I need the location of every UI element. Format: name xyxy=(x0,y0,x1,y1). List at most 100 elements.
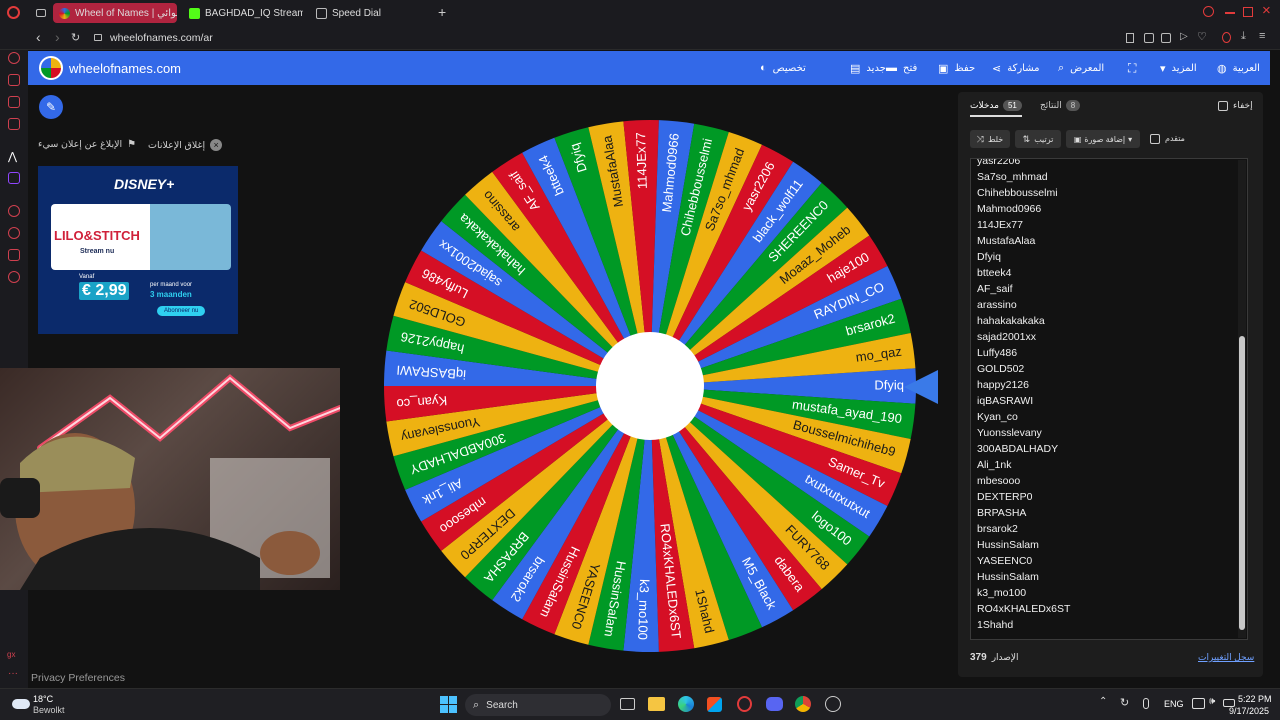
scrollbar-thumb[interactable] xyxy=(1239,336,1245,630)
send-icon[interactable]: ▷ xyxy=(1180,31,1188,42)
settings-icon[interactable] xyxy=(8,271,20,283)
tab-title: BAGHDAD_IQ Stream - W xyxy=(205,7,303,19)
fullscreen-button[interactable]: ⛶ xyxy=(1128,51,1136,85)
tab-entries[interactable]: مدخلات 51 xyxy=(970,100,1022,117)
opera-gx-icon[interactable] xyxy=(737,696,752,712)
site-logo-text[interactable]: wheelofnames.com xyxy=(69,51,181,85)
address-bar: ‹ › ↻ wheelofnames.com/ar ▷ ♡ ⤓ ≡ xyxy=(0,26,1280,50)
kick-icon[interactable]: ⋀ xyxy=(8,150,17,163)
back-icon[interactable]: ‹ xyxy=(36,29,41,45)
task-view-icon[interactable] xyxy=(620,698,635,710)
site-logo-icon[interactable] xyxy=(39,56,63,80)
privacy-preferences-link[interactable]: Privacy Preferences xyxy=(31,672,125,684)
store-icon[interactable] xyxy=(707,697,722,712)
sidebar-app-icon[interactable] xyxy=(8,96,20,108)
ad-cta[interactable]: Abonneer nu xyxy=(157,306,206,316)
maximize-button[interactable] xyxy=(1243,7,1253,17)
new-button[interactable]: ▤ جديد xyxy=(850,51,886,85)
extensions-icon[interactable] xyxy=(8,249,20,261)
tab-overview-icon[interactable] xyxy=(36,9,46,17)
tab-results[interactable]: النتائج 8 xyxy=(1040,100,1081,111)
opera-account-icon[interactable] xyxy=(1222,32,1231,43)
flag-icon: ⚑ xyxy=(127,139,137,150)
entry-line: Kyan_co xyxy=(977,411,1018,423)
more-sidebar-icon[interactable]: ··· xyxy=(8,668,18,679)
shuffle-button[interactable]: ⤨ خلط xyxy=(970,130,1010,148)
kick-favicon-icon xyxy=(189,7,200,19)
edit-button[interactable]: ✎ xyxy=(39,95,63,119)
edge-icon[interactable] xyxy=(678,696,694,712)
snapshot-icon[interactable] xyxy=(1144,33,1154,43)
network-icon[interactable] xyxy=(1192,698,1205,709)
player-icon[interactable] xyxy=(8,205,20,217)
weather-temp[interactable]: 18°C xyxy=(33,694,53,704)
volume-icon[interactable]: 🕪 xyxy=(1209,696,1215,707)
new-tab-button[interactable]: + xyxy=(438,5,446,19)
close-window-button[interactable]: × xyxy=(1262,2,1271,19)
weather-desc[interactable]: Bewolkt xyxy=(33,705,65,715)
entries-scrollbar[interactable] xyxy=(1238,160,1246,638)
heart-icon[interactable]: ♡ xyxy=(1197,30,1207,43)
forward-icon[interactable]: › xyxy=(55,29,60,45)
tray-chevron-icon[interactable]: ⌃ xyxy=(1099,696,1107,707)
tab-kick-stream[interactable]: BAGHDAD_IQ Stream - W xyxy=(183,3,303,23)
menu-icon[interactable]: ≡ xyxy=(1259,30,1265,42)
changelog-link[interactable]: سجل التغييرات xyxy=(1198,652,1254,663)
entry-line: MustafaAlaa xyxy=(977,235,1036,247)
app-icon[interactable] xyxy=(825,696,841,712)
sidebar-app-icon[interactable] xyxy=(8,118,20,130)
history-icon[interactable] xyxy=(8,227,20,239)
tab-speed-dial[interactable]: Speed Dial xyxy=(310,3,430,23)
sort-button[interactable]: ⇅ ترتيب xyxy=(1015,130,1061,148)
microphone-icon[interactable] xyxy=(1143,698,1149,709)
entry-line: k3_mo100 xyxy=(977,587,1027,599)
wheel[interactable]: Dfyiqmustafa_ayad_190Bousselmichiheb9Sam… xyxy=(380,114,920,658)
aria-icon[interactable]: gx xyxy=(7,650,15,659)
tab-wheel-of-names[interactable]: Wheel of Names | عشوائي xyxy=(53,3,177,23)
save-button[interactable]: ▣ حفظ xyxy=(938,51,975,85)
language-indicator[interactable]: ENG xyxy=(1164,699,1184,709)
entry-line: HussinSalam xyxy=(977,539,1039,551)
open-button[interactable]: ▬ فتح xyxy=(886,51,917,85)
entries-textarea[interactable]: yasr2206 Sa7so_mhmad Chihebbousselmi Mahmod… xyxy=(970,158,1248,640)
taskbar-search[interactable]: ⌕ Search xyxy=(465,694,611,716)
adblock-icon[interactable] xyxy=(1161,33,1171,43)
search-tabs-icon[interactable] xyxy=(1203,6,1214,17)
ad-price-note: per maand voor xyxy=(150,282,193,288)
clock-date[interactable]: 9/17/2025 xyxy=(1229,706,1269,716)
sidebar-app-icon[interactable] xyxy=(8,74,20,86)
downloads-icon[interactable]: ⤓ xyxy=(1241,30,1246,43)
clock-time[interactable]: 5:22 PM xyxy=(1238,694,1272,704)
url-field[interactable]: wheelofnames.com/ar xyxy=(110,32,213,44)
start-button[interactable] xyxy=(440,696,457,713)
messenger-icon[interactable] xyxy=(8,52,20,64)
twitch-icon[interactable] xyxy=(8,172,20,184)
gallery-button[interactable]: ⌕ المعرض xyxy=(1058,51,1104,85)
opera-logo-icon[interactable] xyxy=(7,6,20,19)
hide-label: إخفاء xyxy=(1233,100,1253,110)
bookmark-icon[interactable] xyxy=(1126,33,1134,43)
advertisement[interactable]: DISNEY+ LILO&STITCH Stream nu Vanaf € 2,… xyxy=(38,166,238,334)
entry-line: 114JEx77 xyxy=(977,219,1023,231)
ad-subtitle: Stream nu xyxy=(80,248,115,255)
new-file-icon: ▤ xyxy=(850,62,861,75)
wheel-center[interactable] xyxy=(596,332,704,440)
language-button[interactable]: ◍ العربية xyxy=(1217,51,1260,85)
add-image-button[interactable]: ▣ إضافة صورة ▾ xyxy=(1066,130,1140,148)
more-menu-button[interactable]: ▾ المزيد xyxy=(1160,51,1197,85)
weather-icon[interactable] xyxy=(12,699,30,709)
report-ad-button[interactable]: الإبلاغ عن إعلان سيء ⚑ xyxy=(38,139,136,150)
file-explorer-icon[interactable] xyxy=(648,697,665,711)
hide-checkbox[interactable] xyxy=(1218,101,1228,111)
wheel-segment-label: Dfyiq xyxy=(874,377,904,392)
tray-sync-icon[interactable]: ↻ xyxy=(1120,696,1129,709)
advanced-checkbox[interactable] xyxy=(1150,134,1160,144)
customize-button[interactable]: ◐ تخصيص xyxy=(760,51,806,85)
chrome-icon[interactable] xyxy=(795,696,811,712)
discord-icon[interactable] xyxy=(766,697,783,711)
close-ads-button[interactable]: إغلاق الإعلانات × xyxy=(148,139,223,151)
minimize-button[interactable] xyxy=(1225,12,1235,14)
share-button[interactable]: ⋖ مشاركة xyxy=(992,51,1040,85)
reload-icon[interactable]: ↻ xyxy=(71,31,80,44)
close-circle-icon: × xyxy=(210,139,223,151)
